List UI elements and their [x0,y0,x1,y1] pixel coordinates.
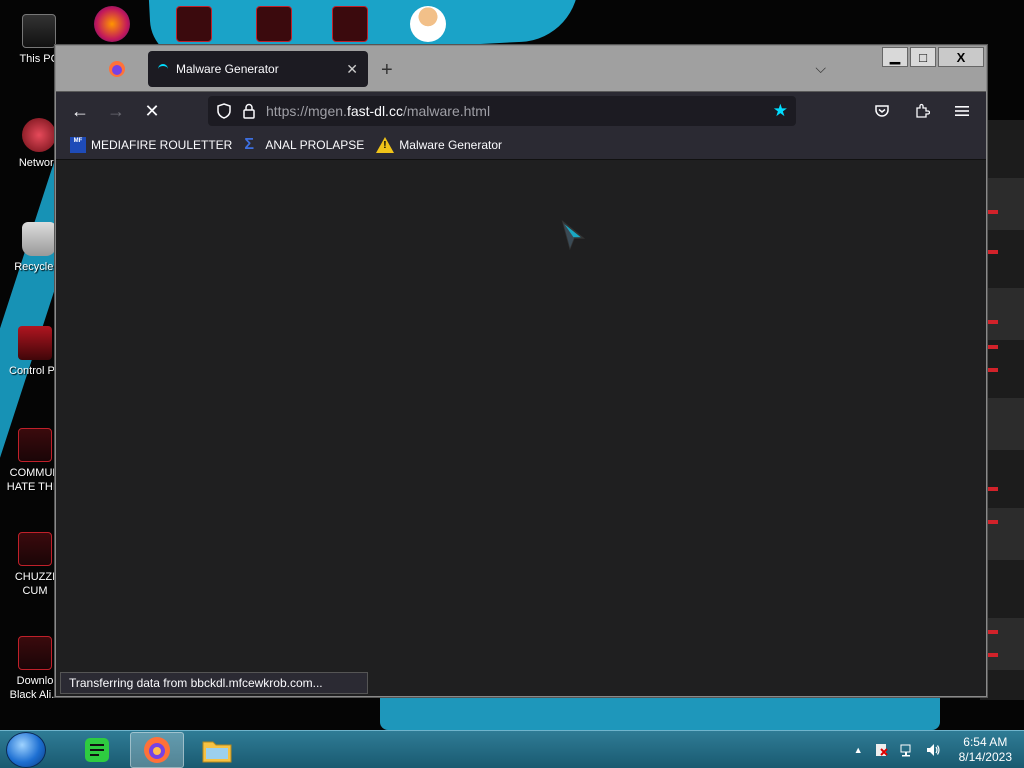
clock[interactable]: 6:54 AM 8/14/2023 [959,735,1012,765]
shield-icon[interactable] [216,103,232,119]
bookmarks-toolbar: MF MEDIAFIRE ROULETTER Σ ANAL PROLAPSE !… [56,130,986,160]
tab-close-icon[interactable]: ✕ [346,61,358,78]
lock-icon[interactable] [242,103,256,119]
desktop-shortcut-icon[interactable] [176,6,212,42]
tab-malware-generator[interactable]: Malware Generator ✕ [148,51,368,87]
clock-date: 8/14/2023 [958,749,1012,764]
firefox-view-button[interactable] [106,58,128,80]
navigation-toolbar: ← → ✕ https://mgen.fast-dl.cc/malware.ht… [56,92,986,130]
firefox-icon [109,61,125,77]
desktop-shortcut-icon[interactable] [256,6,292,42]
shortcut-icon [18,532,52,566]
url-prefix: https://mgen. [266,103,347,119]
taskbar-firefox[interactable] [130,731,184,768]
tab-bar: Malware Generator ✕ + ⌵ [56,46,986,92]
firefox-desktop-icon[interactable] [94,6,130,42]
warning-glyph: ! [383,139,387,151]
system-tray: ▲ 6:54 AM 8/14/2023 [854,735,1024,765]
status-bar: Transferring data from bbckdl.mfcewkrob.… [60,672,368,694]
wallpaper-mark [988,320,998,324]
close-window-button[interactable]: X [938,47,984,67]
wallpaper-mark [988,345,998,349]
taskbar-notes-app[interactable] [70,732,124,768]
sigma-icon: Σ [244,135,254,153]
window-controls: ▁ □ X [882,47,984,67]
recycle-bin-icon [22,222,56,256]
extensions-button[interactable] [906,97,938,125]
bookmark-label: MEDIAFIRE ROULETTER [91,137,233,152]
action-center-icon[interactable] [873,742,889,758]
volume-icon[interactable] [925,742,941,758]
wallpaper-mark [988,210,998,214]
loading-spinner-icon [158,64,168,74]
wallpaper-mark [988,653,998,657]
bookmark-label: ANAL PROLAPSE [265,137,365,152]
mediafire-icon: MF [70,136,86,153]
toolbar-right [866,97,978,125]
warning-icon: ! [376,136,395,153]
back-button[interactable]: ← [64,97,96,125]
new-tab-button[interactable]: + [381,59,393,82]
pocket-icon [875,105,889,117]
wallpaper-mark [988,250,998,254]
wallpaper-mark [988,368,998,372]
shortcut-icon [18,428,52,462]
puzzle-icon [916,103,930,118]
bookmark-mediafire-rouletter[interactable]: MF MEDIAFIRE ROULETTER [70,136,233,153]
menu-button[interactable] [946,97,978,125]
page-content[interactable]: Transferring data from bbckdl.mfcewkrob.… [56,160,986,696]
pocket-button[interactable] [866,97,898,125]
control-panel-icon [18,326,52,360]
wallpaper-mark [988,630,998,634]
url-path: /malware.html [402,103,491,119]
url-text[interactable]: https://mgen.fast-dl.cc/malware.html [266,103,763,119]
user-desktop-icon[interactable] [410,6,446,42]
network-icon[interactable] [899,742,915,758]
bookmark-malware-generator[interactable]: ! Malware Generator [376,136,503,153]
stop-button[interactable]: ✕ [136,97,168,125]
hamburger-menu-icon [955,106,969,116]
desktop-shortcut-icon[interactable] [332,6,368,42]
network-icon [22,118,56,152]
tab-title: Malware Generator [176,62,279,76]
list-all-tabs-button[interactable]: ⌵ [815,60,826,77]
bookmark-star-icon[interactable]: ★ [773,101,788,121]
computer-icon [22,14,56,48]
wallpaper-mark [988,520,998,524]
folder-icon [202,741,232,762]
taskbar-file-explorer[interactable] [190,732,244,768]
firefox-icon [144,736,170,763]
show-hidden-icons-button[interactable]: ▲ [854,745,863,755]
wallpaper-mark [988,487,998,491]
shortcut-icon [18,636,52,670]
notes-app-icon [85,737,109,762]
taskbar: ▲ 6:54 AM 8/14/2023 [0,730,1024,768]
start-button[interactable] [6,731,46,768]
bookmark-label: Malware Generator [399,137,503,152]
bookmark-anal-prolapse[interactable]: Σ ANAL PROLAPSE [244,135,365,153]
forward-button[interactable]: → [100,97,132,125]
clock-time: 6:54 AM [963,734,1008,749]
url-host: fast-dl.cc [346,103,403,119]
mouse-cursor-icon [561,220,586,250]
minimize-button[interactable]: ▁ [882,47,908,67]
maximize-button[interactable]: □ [910,47,936,67]
browser-window: ▁ □ X Malware Generator ✕ + ⌵ ← → ✕ http… [55,45,987,697]
url-bar[interactable]: https://mgen.fast-dl.cc/malware.html ★ [208,96,796,126]
